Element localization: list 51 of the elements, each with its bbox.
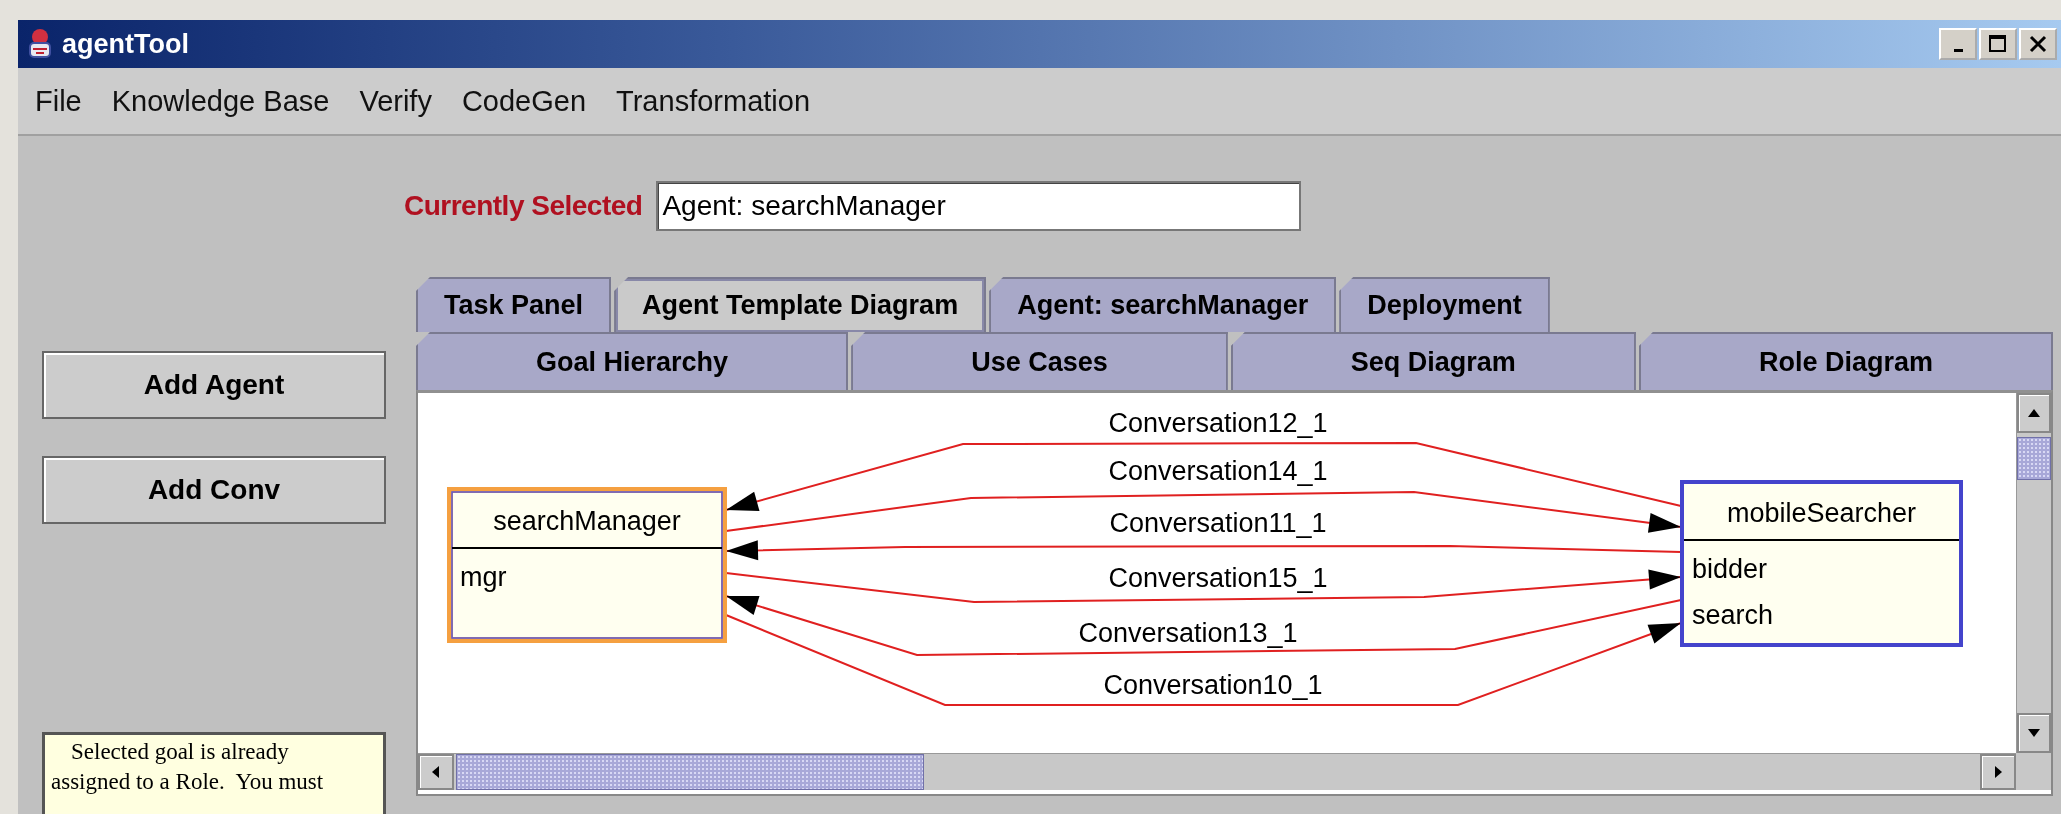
scroll-up-button[interactable] [2017, 393, 2051, 433]
connector-label: Conversation15_1 [1108, 563, 1328, 593]
connector-label: Conversation14_1 [1108, 456, 1328, 486]
scroll-right-button[interactable] [1980, 754, 2016, 790]
menu-item[interactable]: File [35, 84, 82, 118]
scrollbar-thumb[interactable] [456, 754, 924, 790]
connector-arrow[interactable] [725, 442, 1682, 512]
connector-arrow[interactable] [725, 614, 1682, 706]
tab[interactable]: Agent: searchManager [989, 277, 1337, 332]
vertical-scrollbar[interactable] [2016, 393, 2051, 753]
connector-label: Conversation12_1 [1108, 408, 1328, 438]
close-button[interactable] [2019, 28, 2057, 60]
menu-item[interactable]: CodeGen [461, 84, 587, 118]
add-button[interactable]: Add Agent [42, 351, 386, 419]
role-label: search [1692, 600, 1774, 630]
selection-label: Currently Selected [404, 190, 643, 222]
connector-arrow[interactable] [725, 569, 1682, 603]
scroll-down-button[interactable] [2017, 713, 2051, 753]
scrollbar-corner [2016, 753, 2051, 790]
tab[interactable]: Goal Hierarchy [416, 332, 849, 390]
connector-label: Conversation10_1 [1103, 670, 1323, 700]
minimize-icon [1953, 48, 1963, 52]
connector-arrow[interactable] [725, 595, 1682, 656]
tab[interactable]: Deployment [1339, 277, 1550, 332]
role-label: bidder [1692, 554, 1768, 584]
horizontal-scrollbar[interactable] [418, 753, 2016, 790]
scroll-left-button[interactable] [418, 754, 454, 790]
selection-field[interactable]: Agent: searchManager [656, 181, 1302, 231]
maximize-icon [1987, 34, 2009, 54]
agent-name: searchManager [493, 506, 681, 536]
add-button[interactable]: Add Conv [42, 456, 386, 524]
tab[interactable]: Use Cases [851, 332, 1228, 390]
close-icon [2027, 34, 2049, 54]
maximize-button[interactable] [1979, 28, 2017, 60]
menu-item[interactable]: Verify [359, 84, 432, 118]
connector-label: Conversation11_1 [1109, 508, 1327, 538]
agent-box[interactable] [1680, 480, 1963, 647]
hint-text: Selected goal is already assigned to a Role. You must [42, 732, 386, 814]
agent-name: mobileSearcher [1726, 498, 1917, 528]
tab[interactable]: Seq Diagram [1230, 332, 1636, 390]
menu-item[interactable]: Knowledge Base [111, 84, 330, 118]
connector-label: Conversation13_1 [1078, 618, 1298, 648]
role-label: mgr [460, 562, 507, 592]
menu-item[interactable]: Transformation [616, 84, 810, 118]
minimize-button[interactable] [1939, 28, 1977, 60]
tab[interactable]: Agent Template Diagram [614, 277, 987, 332]
window-title: agentTool [62, 28, 190, 60]
tab[interactable]: Task Panel [416, 277, 612, 332]
agent-box[interactable] [447, 487, 727, 643]
scrollbar-thumb[interactable] [2017, 437, 2051, 480]
tab[interactable]: Role Diagram [1638, 332, 2053, 390]
